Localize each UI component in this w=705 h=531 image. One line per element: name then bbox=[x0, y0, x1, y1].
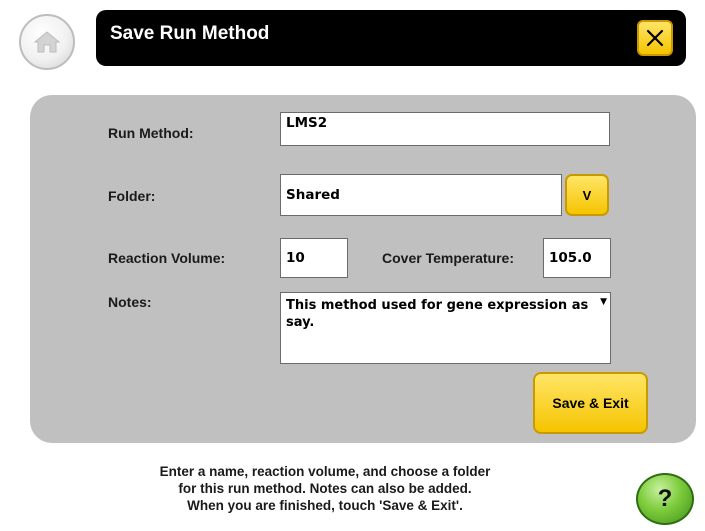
help-line: for this run method. Notes can also be a… bbox=[178, 481, 472, 496]
question-icon: ? bbox=[657, 485, 673, 512]
help-line: Enter a name, reaction volume, and choos… bbox=[159, 464, 491, 479]
cover-temperature-input[interactable]: 105.0 bbox=[543, 238, 611, 278]
home-icon bbox=[34, 31, 60, 53]
page-title: Save Run Method bbox=[110, 23, 270, 44]
folder-label: Folder: bbox=[108, 188, 156, 204]
chevron-down-icon: V bbox=[582, 187, 592, 203]
notes-label: Notes: bbox=[108, 294, 152, 310]
title-bar: Save Run Method bbox=[96, 10, 686, 66]
reaction-volume-input[interactable]: 10 bbox=[280, 238, 348, 278]
close-button[interactable] bbox=[637, 20, 673, 56]
help-text: Enter a name, reaction volume, and choos… bbox=[95, 463, 555, 514]
reaction-volume-label: Reaction Volume: bbox=[108, 250, 226, 266]
notes-text: This method used for gene expression ass… bbox=[286, 298, 589, 330]
run-method-label: Run Method: bbox=[108, 125, 194, 141]
home-button[interactable] bbox=[19, 14, 75, 70]
run-method-input[interactable]: LMS2 bbox=[280, 112, 610, 146]
scroll-arrow-icon[interactable]: ▼ bbox=[600, 294, 607, 311]
folder-dropdown-button[interactable]: V bbox=[565, 174, 609, 216]
cover-temperature-label: Cover Temperature: bbox=[382, 250, 515, 266]
folder-select[interactable]: Shared bbox=[280, 174, 562, 216]
help-line: When you are finished, touch 'Save & Exi… bbox=[187, 498, 463, 513]
notes-textarea[interactable]: This method used for gene expression ass… bbox=[280, 292, 611, 364]
save-exit-button[interactable]: Save & Exit bbox=[533, 372, 648, 434]
close-icon bbox=[646, 29, 664, 47]
help-button[interactable]: ? bbox=[636, 473, 694, 525]
